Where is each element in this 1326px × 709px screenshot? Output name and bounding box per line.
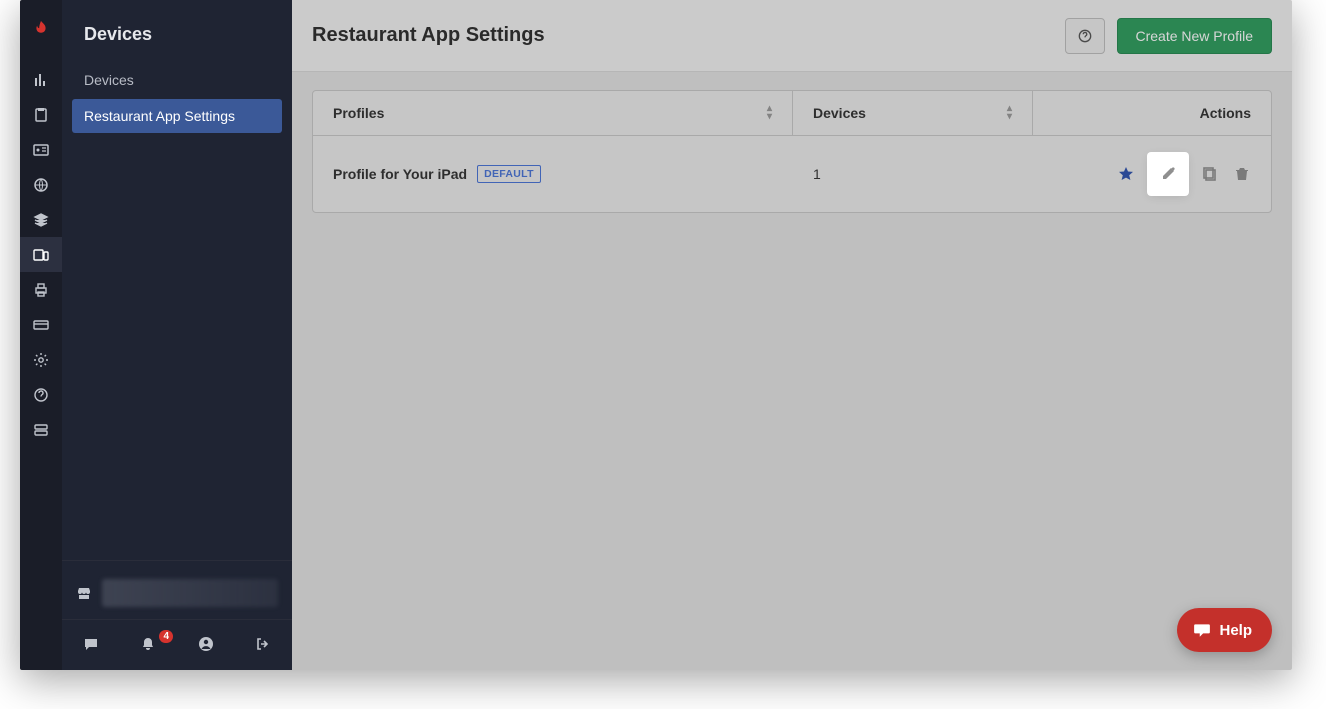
account-icon[interactable]	[177, 636, 235, 652]
help-widget-label: Help	[1219, 622, 1252, 639]
help-widget[interactable]: Help	[1177, 608, 1272, 652]
icon-rail	[20, 0, 62, 670]
nav-card[interactable]	[20, 307, 62, 342]
main-area: Restaurant App Settings Create New Profi…	[292, 0, 1292, 670]
sort-icon: ▴▾	[1007, 105, 1012, 121]
column-actions: Actions	[1033, 91, 1271, 135]
main-header: Restaurant App Settings Create New Profi…	[292, 0, 1292, 72]
copy-icon[interactable]	[1201, 165, 1219, 183]
sidebar-footer: 4	[62, 560, 292, 670]
column-devices[interactable]: Devices ▴▾	[793, 91, 1033, 135]
app-frame: Devices Devices Restaurant App Settings …	[20, 0, 1292, 670]
column-profiles[interactable]: Profiles ▴▾	[313, 91, 793, 135]
sidebar-item-restaurant-app-settings[interactable]: Restaurant App Settings	[72, 99, 282, 133]
notification-badge: 4	[159, 630, 173, 643]
default-badge: DEFAULT	[477, 165, 541, 183]
nav-idcard[interactable]	[20, 132, 62, 167]
nav-devices[interactable]	[20, 237, 62, 272]
create-new-profile-button[interactable]: Create New Profile	[1117, 18, 1273, 54]
edit-icon[interactable]	[1149, 154, 1187, 194]
nav-help[interactable]	[20, 377, 62, 412]
nav-globe[interactable]	[20, 167, 62, 202]
store-selector[interactable]	[62, 561, 292, 619]
nav-printer[interactable]	[20, 272, 62, 307]
header-help-button[interactable]	[1065, 18, 1105, 54]
star-icon[interactable]	[1117, 165, 1135, 183]
nav-layers[interactable]	[20, 202, 62, 237]
sort-icon: ▴▾	[767, 105, 772, 121]
nav-gear[interactable]	[20, 342, 62, 377]
chat-icon[interactable]	[62, 636, 120, 652]
trash-icon[interactable]	[1233, 165, 1251, 183]
column-actions-label: Actions	[1200, 105, 1251, 121]
nav-clipboard[interactable]	[20, 97, 62, 132]
column-profiles-label: Profiles	[333, 105, 384, 121]
store-name-redacted	[102, 579, 278, 607]
device-count: 1	[813, 166, 821, 182]
page-title: Restaurant App Settings	[312, 24, 1053, 47]
nav-analytics[interactable]	[20, 62, 62, 97]
sidebar-item-devices[interactable]: Devices	[72, 63, 282, 97]
table-row: Profile for Your iPad DEFAULT 1	[313, 136, 1271, 212]
profile-name[interactable]: Profile for Your iPad	[333, 166, 467, 182]
sidebar: Devices Devices Restaurant App Settings …	[62, 0, 292, 670]
logout-icon[interactable]	[235, 636, 293, 652]
sidebar-title: Devices	[62, 0, 292, 63]
notifications-icon[interactable]: 4	[120, 636, 178, 652]
profiles-table: Profiles ▴▾ Devices ▴▾ Actions Profile f…	[312, 90, 1272, 213]
brand-logo[interactable]	[29, 18, 53, 42]
column-devices-label: Devices	[813, 105, 866, 121]
nav-server[interactable]	[20, 412, 62, 447]
